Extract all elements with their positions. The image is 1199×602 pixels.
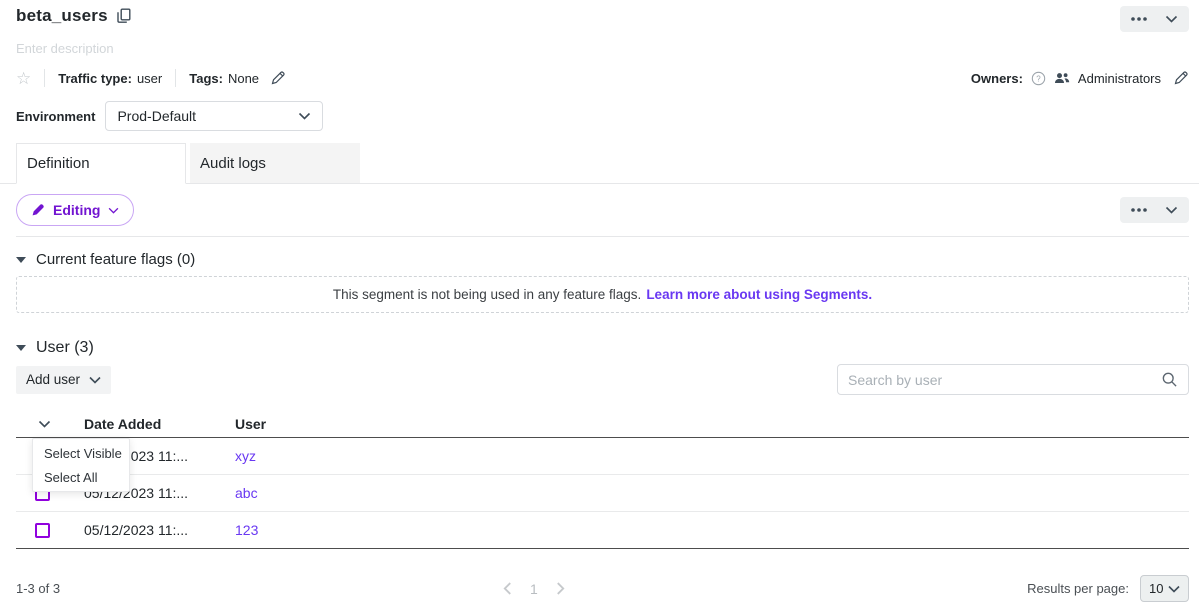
page-title: beta_users [16,6,108,26]
help-icon[interactable]: ? [1031,71,1046,86]
edit-tags-pencil-icon[interactable] [270,70,286,86]
title-wrap: beta_users [16,6,131,26]
editing-row: Editing [16,194,1189,226]
feature-flags-empty-state: This segment is not being used in any fe… [16,276,1189,313]
environment-select[interactable]: Prod-Default [105,101,323,131]
tags: Tags: None [189,70,286,86]
table-row: 05/12/2023 11:... 123 [16,512,1189,549]
definition-expand-button[interactable] [1156,197,1187,223]
owners-value: Administrators [1078,71,1161,86]
chevron-down-icon [1165,206,1178,214]
divider [16,236,1189,237]
user-section-title: User (3) [36,339,94,357]
next-page-icon[interactable] [556,582,565,595]
select-dropdown-menu: Select Visible Select All [32,438,130,492]
definition-panel: Editing Current feature flags (0) This s… [0,184,1199,602]
feature-flags-section-header[interactable]: Current feature flags (0) [16,251,1189,268]
table-row: 05/12/2023 11:... abc [16,475,1189,512]
empty-message: This segment is not being used in any fe… [333,287,641,302]
definition-actions [1120,197,1189,223]
divider [175,69,176,87]
search-input[interactable] [848,372,1161,388]
collapse-caret-icon [16,345,26,351]
editing-button[interactable]: Editing [16,194,134,226]
results-per-page-label: Results per page: [1027,581,1129,596]
tags-label: Tags: [189,71,223,86]
table-header-row: Date Added User [16,411,1189,438]
segment-detail-page: beta_users Enter description ☆ [0,0,1199,598]
owners-label: Owners: [971,71,1023,86]
ellipsis-icon [1131,17,1147,21]
row-checkbox[interactable] [35,523,50,538]
header-actions [1120,6,1189,32]
chevron-down-icon [108,207,119,214]
header-expand-button[interactable] [1156,6,1187,32]
menu-item-select-all[interactable]: Select All [33,465,129,489]
user-section-header[interactable]: User (3) [16,339,1189,357]
menu-item-select-visible[interactable]: Select Visible [33,441,129,465]
chevron-down-icon [1165,15,1178,23]
chevron-down-icon [298,112,311,120]
environment-label: Environment [16,109,95,124]
search-icon [1161,371,1178,388]
results-range: 1-3 of 3 [16,581,60,596]
chevron-down-icon [38,420,51,428]
traffic-type-value: user [137,71,162,86]
divider [44,69,45,87]
environment-value: Prod-Default [117,108,196,124]
select-all-dropdown-trigger[interactable] [38,420,84,428]
tab-audit-logs[interactable]: Audit logs [190,143,360,183]
owners: Owners: ? Administrators [971,70,1189,86]
meta-row: ☆ Traffic type: user Tags: None Owners: [16,69,1189,87]
group-icon [1054,71,1070,85]
tab-definition[interactable]: Definition [16,143,186,184]
title-row: beta_users [16,6,1189,32]
feature-flags-title: Current feature flags (0) [36,251,195,268]
user-table: Date Added User 05/12/2023 11:... xyz 05… [16,411,1189,549]
pagination: 1 [503,581,565,597]
chevron-down-icon [1168,585,1180,593]
more-options-button[interactable] [1122,6,1156,32]
column-header-date[interactable]: Date Added [84,416,235,432]
add-user-button[interactable]: Add user [16,366,111,394]
add-user-label: Add user [26,372,80,387]
row-user-link[interactable]: abc [235,485,1189,501]
svg-text:?: ? [1036,74,1041,83]
learn-more-link[interactable]: Learn more about using Segments. [646,287,872,302]
row-user-link[interactable]: xyz [235,448,1189,464]
tags-value: None [228,71,259,86]
user-toolbar: Add user [16,364,1189,395]
row-user-link[interactable]: 123 [235,522,1189,538]
tab-bar: Definition Audit logs [0,143,1199,184]
pencil-icon [31,203,45,217]
search-box [837,364,1189,395]
traffic-type: Traffic type: user [58,71,162,86]
definition-more-options-button[interactable] [1122,197,1156,223]
prev-page-icon[interactable] [503,582,512,595]
chevron-down-icon [89,376,101,384]
copy-icon[interactable] [117,8,131,24]
row-date: 05/12/2023 11:... [84,522,235,538]
page-number[interactable]: 1 [530,581,538,597]
environment-row: Environment Prod-Default [16,101,1189,131]
table-row: 05/12/2023 11:... xyz [16,438,1189,475]
column-header-user[interactable]: User [235,416,1189,432]
results-per-page-value: 10 [1149,581,1163,596]
editing-label: Editing [53,202,100,218]
edit-owners-pencil-icon[interactable] [1173,70,1189,86]
collapse-caret-icon [16,257,26,263]
traffic-type-label: Traffic type: [58,71,132,86]
page-header: beta_users Enter description ☆ [0,0,1199,131]
description-placeholder[interactable]: Enter description [16,41,1189,56]
star-icon[interactable]: ☆ [16,70,31,87]
ellipsis-icon [1131,208,1147,212]
